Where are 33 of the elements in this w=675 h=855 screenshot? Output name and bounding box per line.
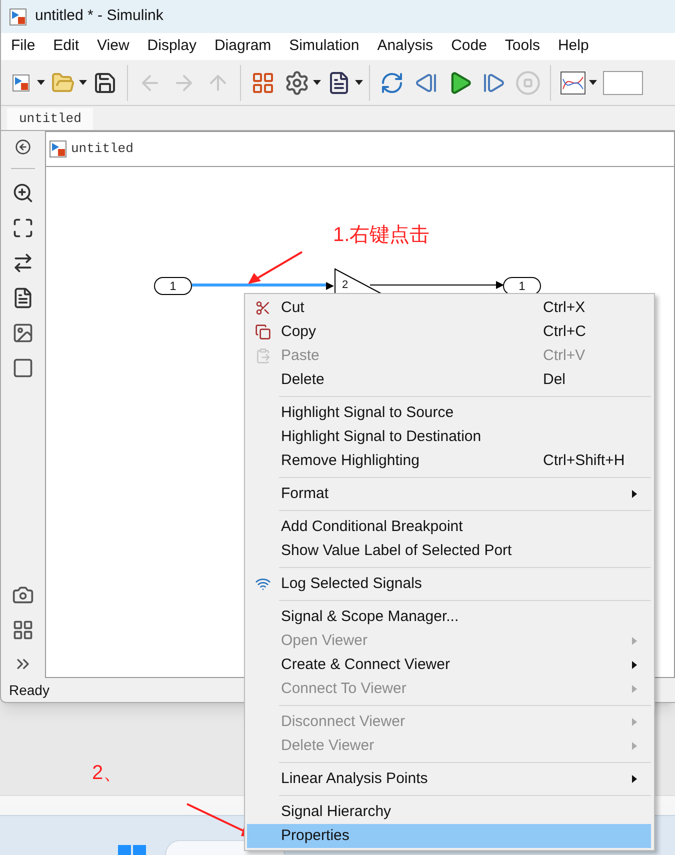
- menu-item[interactable]: File: [11, 35, 36, 58]
- menu-item[interactable]: Highlight Signal to Source: [247, 401, 651, 425]
- menu-item[interactable]: Log Selected Signals: [247, 572, 651, 596]
- gain-value: 2: [342, 278, 348, 293]
- menu-item[interactable]: Code: [451, 35, 487, 58]
- window-title: untitled * - Simulink: [35, 6, 164, 26]
- menu-item[interactable]: Delete Del: [247, 368, 651, 392]
- menu-item[interactable]: Properties: [247, 824, 651, 848]
- menu-item[interactable]: Simulation: [289, 35, 360, 58]
- annotation-text: 2、: [92, 761, 124, 786]
- menu-item[interactable]: Create & Connect Viewer: [247, 653, 651, 677]
- breadcrumb[interactable]: untitled: [71, 139, 134, 159]
- model-tab[interactable]: untitled: [7, 108, 94, 130]
- menu-item[interactable]: Display: [147, 35, 196, 58]
- menu-item[interactable]: Highlight Signal to Destination: [247, 425, 651, 449]
- menu-item[interactable]: Cut Ctrl+X: [247, 296, 651, 320]
- menu-item[interactable]: Format: [247, 482, 651, 506]
- menu-item[interactable]: Analysis: [377, 35, 434, 58]
- menu-item[interactable]: Linear Analysis Points: [247, 767, 651, 791]
- menu-item[interactable]: Help: [558, 35, 589, 58]
- inport-block: 1: [154, 277, 192, 295]
- menu-item[interactable]: Signal Hierarchy: [247, 800, 651, 824]
- menu-item[interactable]: Diagram: [214, 35, 272, 58]
- menu-item[interactable]: Add Conditional Breakpoint: [247, 515, 651, 539]
- menu-item[interactable]: Remove Highlighting Ctrl+Shift+H: [247, 449, 651, 473]
- menu-item[interactable]: Tools: [504, 35, 540, 58]
- menu-item[interactable]: Copy Ctrl+C: [247, 320, 651, 344]
- menu-item[interactable]: Show Value Label of Selected Port: [247, 539, 651, 563]
- menu-item[interactable]: View: [97, 35, 130, 58]
- status-text: Ready: [9, 680, 50, 700]
- menu-item[interactable]: Signal & Scope Manager...: [247, 605, 651, 629]
- menu-item[interactable]: Edit: [53, 35, 80, 58]
- annotation-text: 1.右键点击: [333, 223, 430, 248]
